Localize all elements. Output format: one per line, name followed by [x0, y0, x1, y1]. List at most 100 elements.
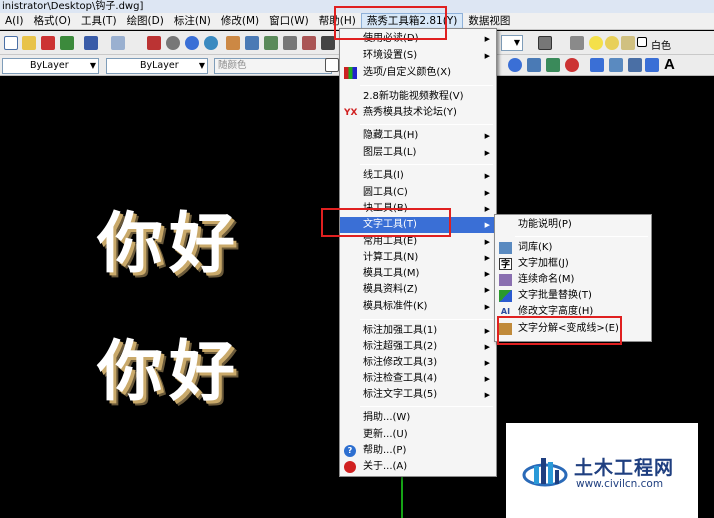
line-icon[interactable]	[325, 58, 339, 72]
menu-item-window[interactable]: 窗口(W)	[264, 13, 314, 30]
submenu-arrow-icon: ▶	[484, 327, 490, 335]
menu-separator	[360, 319, 493, 320]
menu-item-donate[interactable]: 捐助...(W)	[340, 410, 496, 426]
menu-item-data-view[interactable]: 数据视图	[463, 13, 515, 30]
bulb-icon	[589, 36, 603, 50]
annotation-highlight-text-tools	[321, 208, 451, 237]
dictionary-icon	[499, 242, 512, 254]
menu-item-label: 模具资料(Z)	[363, 284, 418, 295]
submenu-arrow-icon: ▶	[484, 359, 490, 367]
submenu-arrow-icon: ▶	[484, 270, 490, 278]
menu-item-label: 标注加强工具(1)	[363, 325, 438, 336]
menu-item-draw[interactable]: 绘图(D)	[122, 13, 169, 30]
menu-item-mold-standard-parts[interactable]: 模具标准件(K) ▶	[340, 299, 496, 315]
menu-item-label: 更新...(U)	[363, 429, 408, 440]
linetype-combo[interactable]: ByLayer ▼	[2, 58, 99, 74]
submenu-arrow-icon: ▶	[484, 254, 490, 262]
new-icon[interactable]	[4, 36, 18, 50]
redo-icon[interactable]	[111, 36, 125, 50]
lineweight-combo-value: ByLayer	[140, 60, 179, 71]
annotation-highlight-text-explode	[497, 316, 622, 345]
menu-item-label: 标注超强工具(2)	[363, 341, 438, 352]
hatch-icon[interactable]	[628, 58, 642, 72]
pencil-icon[interactable]	[60, 36, 74, 50]
plot-icon[interactable]	[41, 36, 55, 50]
menu-item-help-doc[interactable]: ? 帮助...(P)	[340, 443, 496, 459]
match-properties-icon[interactable]	[147, 36, 161, 50]
calculator-icon[interactable]	[321, 36, 335, 50]
submenu-arrow-icon: ▶	[484, 391, 490, 399]
tool-palette-icon[interactable]	[264, 36, 278, 50]
ellipse-icon[interactable]	[565, 58, 579, 72]
undo-icon[interactable]	[84, 36, 98, 50]
sun-icon	[605, 36, 619, 50]
menu-item-mold-tools[interactable]: 模具工具(M) ▶	[340, 266, 496, 282]
menu-item-modify[interactable]: 修改(M)	[216, 13, 264, 30]
menu-item-label: 文字加框(J)	[518, 258, 569, 269]
menu-item-hide-tools[interactable]: 隐藏工具(H) ▶	[340, 128, 496, 144]
menu-item-label: 环境设置(S)	[363, 50, 418, 61]
menu-item-a[interactable]: A(I)	[0, 13, 28, 30]
menu-item-tools[interactable]: 工具(T)	[76, 13, 122, 30]
menu-item-env-settings[interactable]: 环境设置(S) ▶	[340, 48, 496, 64]
submenu-arrow-icon: ▶	[484, 172, 490, 180]
menu-item-line-tools[interactable]: 线工具(I) ▶	[340, 168, 496, 184]
menu-item-label: 模具工具(M)	[363, 268, 420, 279]
menu-item-layer-tools[interactable]: 图层工具(L) ▶	[340, 145, 496, 161]
plotstyle-combo[interactable]: 随颜色	[214, 58, 332, 74]
submenu-item-text-frame[interactable]: 字文字加框(J)	[495, 256, 651, 272]
text-frame-icon: 字	[499, 258, 512, 270]
design-center-icon[interactable]	[245, 36, 259, 50]
civilcn-logo-icon	[522, 458, 568, 487]
menu-item-dim-text[interactable]: 标注文字工具(5) ▶	[340, 387, 496, 403]
menu-item-dimension[interactable]: 标注(N)	[169, 13, 216, 30]
menu-item-label: 关于...(A)	[363, 461, 408, 472]
menu-item-update[interactable]: 更新...(U)	[340, 427, 496, 443]
menu-item-video-tutorial[interactable]: 2.8新功能视频教程(V)	[340, 89, 496, 105]
lineweight-combo[interactable]: ByLayer ▼	[106, 58, 208, 74]
zoom-window-icon[interactable]	[185, 36, 199, 50]
layer-previous-icon[interactable]	[538, 36, 552, 50]
menu-item-calc-tools[interactable]: 计算工具(N) ▶	[340, 250, 496, 266]
layer-combo[interactable]: ▼	[501, 35, 523, 51]
insert-block-icon[interactable]	[590, 58, 604, 72]
menu-item-forum[interactable]: YX 燕秀模具技术论坛(Y)	[340, 105, 496, 121]
sheet-set-icon[interactable]	[283, 36, 297, 50]
submenu-arrow-icon: ▶	[484, 375, 490, 383]
arc-icon[interactable]	[508, 58, 522, 72]
revcloud-icon[interactable]	[527, 58, 541, 72]
yx-logo-icon: YX	[344, 108, 358, 118]
menu-item-label: 文字批量替换(T)	[518, 290, 592, 301]
batch-replace-icon	[499, 290, 512, 302]
menu-item-circle-tools[interactable]: 圆工具(C) ▶	[340, 185, 496, 201]
menu-item-mold-data[interactable]: 模具资料(Z) ▶	[340, 282, 496, 298]
submenu-arrow-icon: ▶	[484, 149, 490, 157]
submenu-item-batch-replace[interactable]: 文字批量替换(T)	[495, 288, 651, 304]
markup-icon[interactable]	[302, 36, 316, 50]
make-block-icon[interactable]	[609, 58, 623, 72]
menu-item-dim-check[interactable]: 标注检查工具(4) ▶	[340, 371, 496, 387]
submenu-item-function-info[interactable]: 功能说明(P)	[495, 217, 651, 233]
menu-item-format[interactable]: 格式(O)	[28, 13, 75, 30]
menu-item-label: 标注文字工具(5)	[363, 389, 438, 400]
menu-item-about[interactable]: 关于...(A)	[340, 459, 496, 475]
menu-item-dim-modify[interactable]: 标注修改工具(3) ▶	[340, 355, 496, 371]
palette-icon	[344, 67, 357, 79]
open-icon[interactable]	[22, 36, 36, 50]
layers-icon[interactable]	[570, 36, 584, 50]
table-icon[interactable]	[645, 58, 659, 72]
submenu-item-sequential-naming[interactable]: 连续命名(M)	[495, 272, 651, 288]
zoom-realtime-icon[interactable]	[166, 36, 180, 50]
submenu-item-dictionary[interactable]: 词库(K)	[495, 240, 651, 256]
submenu-arrow-icon: ▶	[484, 221, 490, 229]
properties-icon[interactable]	[226, 36, 240, 50]
mtext-icon[interactable]: A	[664, 56, 675, 73]
menu-item-label: 圆工具(C)	[363, 187, 408, 198]
menu-item-options-color[interactable]: 选项/自定义颜色(X)	[340, 65, 496, 81]
menu-item-label: 连续命名(M)	[518, 274, 575, 285]
menu-item-label: 功能说明(P)	[518, 219, 572, 230]
zoom-previous-icon[interactable]	[204, 36, 218, 50]
spline-icon[interactable]	[546, 58, 560, 72]
menu-item-dim-super[interactable]: 标注超强工具(2) ▶	[340, 339, 496, 355]
menu-item-dim-enhance[interactable]: 标注加强工具(1) ▶	[340, 323, 496, 339]
